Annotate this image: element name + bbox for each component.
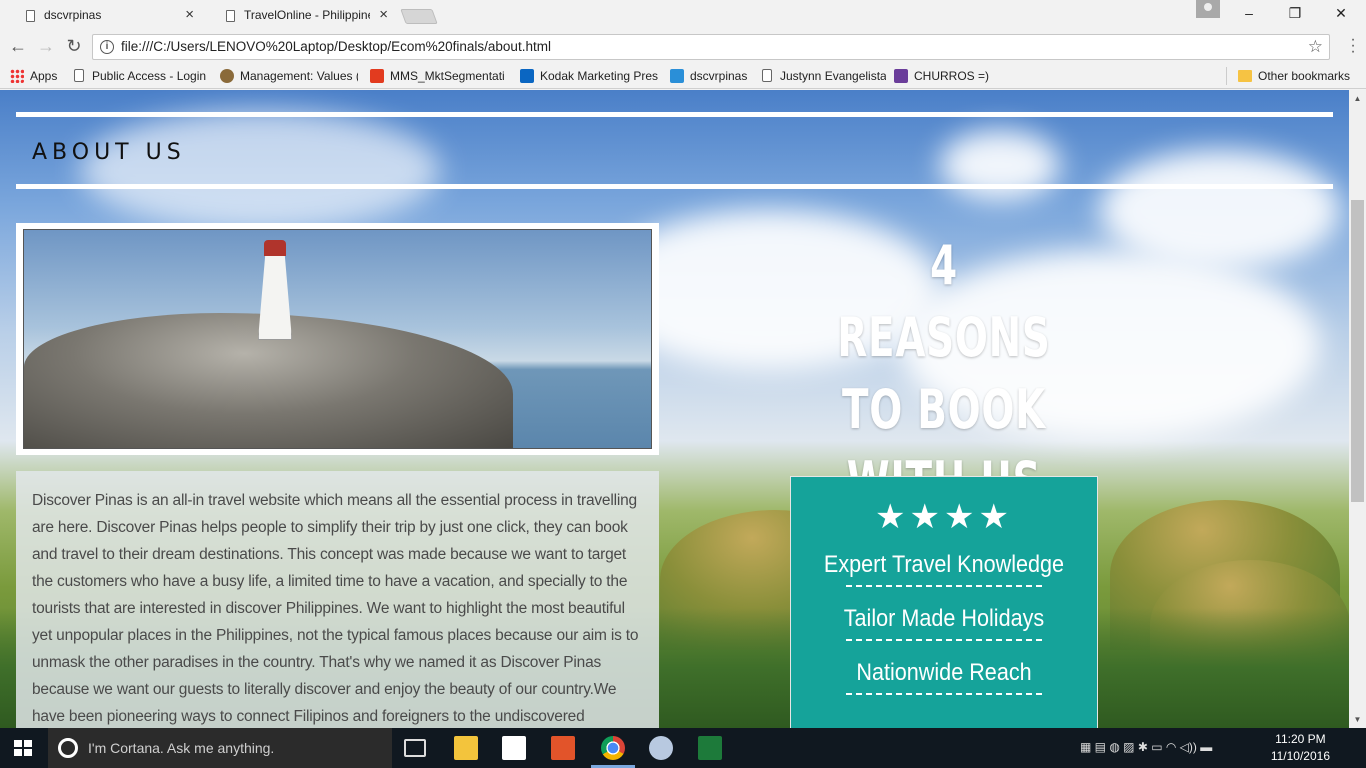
folder-icon: [1238, 70, 1252, 82]
browser-toolbar: ← → ↻ i file:///C:/Users/LENOVO%20Laptop…: [0, 30, 1366, 63]
reason-divider: [846, 639, 1042, 641]
clock-time: 11:20 PM: [1275, 732, 1326, 746]
close-tab-icon[interactable]: ×: [185, 2, 194, 28]
apps-grid-icon: [10, 69, 24, 83]
background-cloud: [940, 130, 1060, 200]
minimize-button[interactable]: –: [1226, 2, 1272, 26]
bookmark-label: Management: Values (: [240, 69, 358, 83]
windows-taskbar: I'm Cortana. Ask me anything. ▦ ▤ ◍ ▨ ✱ …: [0, 728, 1366, 768]
close-tab-icon[interactable]: ×: [379, 2, 388, 28]
linkedin-icon: [520, 69, 534, 83]
scroll-up-icon[interactable]: ▲: [1349, 94, 1366, 103]
bookmarks-bar: Apps Public Access - Login Management: V…: [0, 63, 1366, 89]
new-tab-button[interactable]: [400, 9, 438, 24]
page-icon: [74, 69, 84, 82]
reason-item: Expert Travel Knowledge: [823, 551, 1065, 578]
task-view-icon[interactable]: [404, 739, 426, 757]
reasons-heading: 4 REASONS TO BOOK WITH US: [833, 230, 1055, 518]
lighthouse-tower: [258, 252, 292, 340]
tray-icons[interactable]: ▦ ▤ ◍ ▨ ✱ ▭ ◠ ◁)) ▬: [1080, 740, 1212, 754]
restore-button[interactable]: ❐: [1272, 2, 1318, 26]
bookmark-label: Justynn Evangelista: [780, 69, 886, 83]
page-icon: [762, 69, 772, 82]
scrollbar-thumb[interactable]: [1351, 200, 1364, 502]
background-cloud: [80, 110, 440, 230]
scroll-down-icon[interactable]: ▼: [1349, 715, 1366, 724]
reason-item: Tailor Made Holidays: [843, 605, 1045, 632]
info-icon[interactable]: i: [100, 40, 114, 54]
bookmark-public-access[interactable]: Public Access - Login: [72, 67, 210, 85]
tab-traveonline[interactable]: TravelOnline - Philippines ×: [206, 2, 400, 31]
bookmarks-divider: [1226, 67, 1227, 85]
page-viewport: ABOUT US Discover Pinas is an all-in tra…: [0, 90, 1349, 728]
page-scrollbar[interactable]: ▲ ▼: [1349, 90, 1366, 728]
header-rule-top: [16, 112, 1333, 117]
about-text: Discover Pinas is an all-in travel websi…: [32, 492, 639, 725]
bookmark-mms[interactable]: MMS_MktSegmentati: [370, 67, 510, 85]
churros-icon: [894, 69, 908, 83]
bookmark-label: MMS_MktSegmentati: [390, 69, 505, 83]
chrome-icon[interactable]: [601, 736, 625, 760]
bookmark-label: Other bookmarks: [1258, 69, 1351, 83]
bookmark-management[interactable]: Management: Values (: [220, 67, 358, 85]
reasons-heading-line: 4 REASONS: [837, 234, 1051, 369]
cortana-placeholder: I'm Cortana. Ask me anything.: [88, 740, 275, 756]
header-rule-bottom: [16, 184, 1333, 189]
mms-icon: [370, 69, 384, 83]
about-description-box: Discover Pinas is an all-in travel websi…: [16, 471, 659, 728]
store-icon[interactable]: [502, 736, 526, 760]
close-window-button[interactable]: ✕: [1318, 2, 1364, 26]
system-clock[interactable]: 11:20 PM 11/10/2016: [1271, 731, 1330, 765]
bookmark-label: dscvrpinas: [690, 69, 748, 83]
bookmark-star-icon[interactable]: ☆: [1308, 35, 1323, 59]
clock-date: 11/10/2016: [1270, 749, 1330, 763]
other-bookmarks[interactable]: Other bookmarks: [1238, 67, 1358, 85]
paint-icon[interactable]: [649, 736, 673, 760]
background-cloud: [1100, 150, 1340, 270]
page-icon: [226, 10, 235, 22]
tab-strip: dscvrpinas × TravelOnline - Philippines …: [0, 0, 1366, 31]
lighthouse-photo-frame: [16, 223, 659, 455]
reason-divider: [846, 585, 1042, 587]
page-icon: [26, 10, 35, 22]
dscvr-icon: [670, 69, 684, 83]
profile-avatar-icon[interactable]: [1196, 0, 1220, 18]
url-text: file:///C:/Users/LENOVO%20Laptop/Desktop…: [121, 39, 551, 54]
lighthouse-photo: [23, 229, 652, 449]
bookmark-churros[interactable]: CHURROS =): [894, 67, 994, 85]
reason-divider: [846, 693, 1042, 695]
tab-dscvrpinas[interactable]: dscvrpinas ×: [6, 2, 206, 31]
management-icon: [220, 69, 234, 83]
bookmark-dscvrpinas[interactable]: dscvrpinas: [670, 67, 754, 85]
reason-item: Nationwide Reach: [856, 659, 1032, 686]
excel-icon[interactable]: [698, 736, 722, 760]
reload-button[interactable]: ↻: [62, 34, 86, 58]
forward-button[interactable]: →: [34, 34, 58, 58]
reasons-heading-line: TO BOOK: [841, 378, 1047, 441]
reasons-box: ★★★★ Expert Travel Knowledge Tailor Made…: [790, 476, 1098, 728]
bookmark-justynn[interactable]: Justynn Evangelista: [760, 67, 886, 85]
cortana-icon: [58, 738, 78, 758]
tab-title: dscvrpinas: [44, 8, 102, 22]
cortana-search-box[interactable]: I'm Cortana. Ask me anything.: [48, 728, 392, 768]
address-bar[interactable]: i file:///C:/Users/LENOVO%20Laptop/Deskt…: [92, 34, 1330, 60]
bookmark-label: Apps: [30, 69, 58, 83]
lighthouse-lamp: [264, 240, 286, 256]
bookmark-kodak[interactable]: Kodak Marketing Pres: [520, 67, 660, 85]
bookmark-label: Public Access - Login: [92, 69, 207, 83]
star-rating-icon: ★★★★: [875, 498, 1013, 536]
bookmark-label: CHURROS =): [914, 69, 990, 83]
menu-icon[interactable]: · · ·: [1350, 32, 1356, 60]
file-explorer-icon[interactable]: [454, 736, 478, 760]
bookmark-apps[interactable]: Apps: [10, 67, 66, 85]
tab-title: TravelOnline - Philippines: [244, 8, 370, 22]
bookmark-label: Kodak Marketing Pres: [540, 69, 659, 83]
music-app-icon[interactable]: [551, 736, 575, 760]
page-title: ABOUT US: [32, 140, 186, 165]
windows-start-icon[interactable]: [14, 740, 32, 756]
back-button[interactable]: ←: [6, 34, 30, 58]
